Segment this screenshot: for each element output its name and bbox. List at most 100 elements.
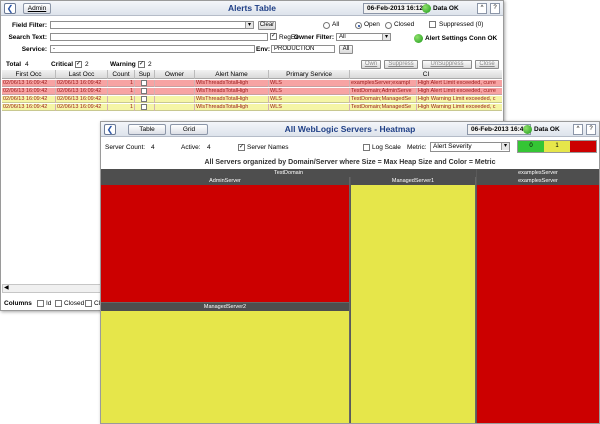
cell-alert-text: High Warning Limit exceeded, c [418,104,496,110]
regex-checkbox[interactable]: ✓ [270,33,277,40]
cell-last-occ: 02/06/13 16:09:42 [56,80,108,87]
unsuppress-button[interactable]: UnSuppress [422,60,472,69]
cell-owner [155,88,195,95]
data-ok-status-icon [422,4,431,13]
table-button[interactable]: Table [128,124,166,135]
cell-alert-name: WlsThreadsTotalHigh [195,104,269,111]
cell-owner [155,96,195,103]
owner-filter-label: Owner Filter: [293,34,334,41]
service-input[interactable]: - [50,45,255,53]
warning-value: 2 [148,61,152,68]
col-first-occ[interactable]: First Occ [2,70,56,79]
metric-label: Metric: [407,144,427,151]
radio-open[interactable] [355,22,362,29]
heatmap-window: ❮ Table Grid All WebLogic Servers - Heat… [100,121,600,424]
cell-first-occ: 02/06/13 16:09:42 [2,104,56,111]
radio-closed[interactable] [385,22,392,29]
cell-alert-text: High Alert Limit exceeded, curre [418,88,496,94]
help-button[interactable]: ? [490,3,500,14]
col-ci[interactable]: CI [350,70,502,79]
cell-owner [155,80,195,87]
data-ok-label: Data OK [433,5,459,12]
suppressed-checkbox[interactable] [429,21,436,28]
cell-count: 1 [108,80,135,87]
suppressed-label: Suppressed (0) [439,21,484,28]
cell-first-occ: 02/06/13 16:09:42 [2,88,56,95]
env-input[interactable]: PRODUCTION [271,45,335,53]
table-row[interactable]: 02/06/13 16:09:42 02/06/13 16:09:42 1 Wl… [2,88,502,95]
heatmap-tile-managedserver2[interactable]: ManagedServer2 [101,302,350,423]
critical-value: 2 [85,61,89,68]
server-label: ManagedServer1 [351,177,475,185]
back-arrow-icon[interactable]: ❮ [104,124,116,135]
col-count[interactable]: Count [108,70,135,79]
horizontal-scrollbar[interactable]: ◀ [2,284,102,293]
col-owner[interactable]: Owner [155,70,195,79]
server-label: ManagedServer2 [101,303,349,311]
legend-1: 1 [544,141,570,152]
active-value: 4 [207,144,211,151]
server-names-checkbox[interactable]: ✓ [238,144,245,151]
cell-alert-text: High Warning Limit exceeded, c [418,96,496,102]
field-filter-label: Field Filter: [11,22,47,29]
timestamp: 06-Feb-2013 16:12 [363,3,428,14]
col-id-checkbox[interactable] [37,300,44,307]
table-row[interactable]: 02/06/13 16:09:42 02/06/13 16:09:42 1 Wl… [2,80,502,87]
up-button[interactable]: ^ [477,3,487,14]
help-button[interactable]: ? [586,124,596,135]
col-sup[interactable]: Sup [135,70,155,79]
cell-primary-service: WLS [269,88,350,95]
server-count-label: Server Count: [105,144,146,151]
cell-primary-service: WLS [269,104,350,111]
owner-filter-select[interactable]: All [336,33,391,41]
table-row[interactable]: 02/06/13 16:09:42 02/06/13 16:09:42 1 Wl… [2,96,502,103]
sup-checkbox[interactable] [141,96,147,102]
cell-first-occ: 02/06/13 16:09:42 [2,80,56,87]
table-row[interactable]: 02/06/13 16:09:42 02/06/13 16:09:42 1 Wl… [2,104,502,111]
heatmap-area: TestDomain AdminServer ManagedServer2 Ma… [101,169,599,423]
total-label: Total [6,61,22,68]
log-scale-label: Log Scale [372,144,401,151]
cell-sup [135,88,155,95]
server-names-label: Server Names [247,144,289,151]
radio-all[interactable] [323,22,330,29]
legend-0: 0 [518,141,544,152]
search-text-input[interactable] [50,33,268,41]
col-cl-checkbox[interactable] [85,300,92,307]
server-label: examplesServer [477,177,599,185]
col-alert-name[interactable]: Alert Name [195,70,269,79]
suppress-button[interactable]: Suppress [384,60,418,69]
sup-checkbox[interactable] [141,104,147,110]
metric-select[interactable]: Alert Severity [430,142,510,152]
scroll-left-arrow-icon[interactable]: ◀ [4,285,9,292]
env-all-button[interactable]: All [339,45,353,54]
close-alert-button[interactable]: Close [475,60,499,69]
columns-label: Columns [4,300,32,307]
clear-button[interactable]: Clear [258,21,276,30]
field-filter-select[interactable] [50,21,254,29]
col-primary-service[interactable]: Primary Service [269,70,350,79]
cell-primary-service: WLS [269,96,350,103]
warning-checkbox[interactable]: ✓ [138,61,145,68]
cell-alert-name: WlsThreadsTotalHigh [195,96,269,103]
sup-checkbox[interactable] [141,80,147,86]
sup-checkbox[interactable] [141,88,147,94]
col-last-occ[interactable]: Last Occ [56,70,108,79]
col-closed-checkbox[interactable] [55,300,62,307]
cell-primary-service: WLS [269,80,350,87]
own-button[interactable]: Own [361,60,381,69]
admin-button[interactable]: Admin [23,3,51,14]
heatmap-tile-adminserver[interactable]: AdminServer [101,177,350,302]
up-button[interactable]: ^ [573,124,583,135]
active-label: Active: [181,144,201,151]
critical-checkbox[interactable]: ✓ [75,61,82,68]
cell-owner [155,104,195,111]
back-arrow-icon[interactable]: ❮ [4,3,16,14]
heatmap-tile-examplesserver[interactable]: examplesServer [477,177,599,423]
data-ok-status-icon [523,125,532,134]
radio-closed-label: Closed [394,21,415,28]
log-scale-checkbox[interactable] [363,144,370,151]
heatmap-tile-managedserver1[interactable]: ManagedServer1 [351,177,476,423]
grid-button[interactable]: Grid [170,124,208,135]
cell-ci: TestDomain;ManagedSe [350,104,417,111]
